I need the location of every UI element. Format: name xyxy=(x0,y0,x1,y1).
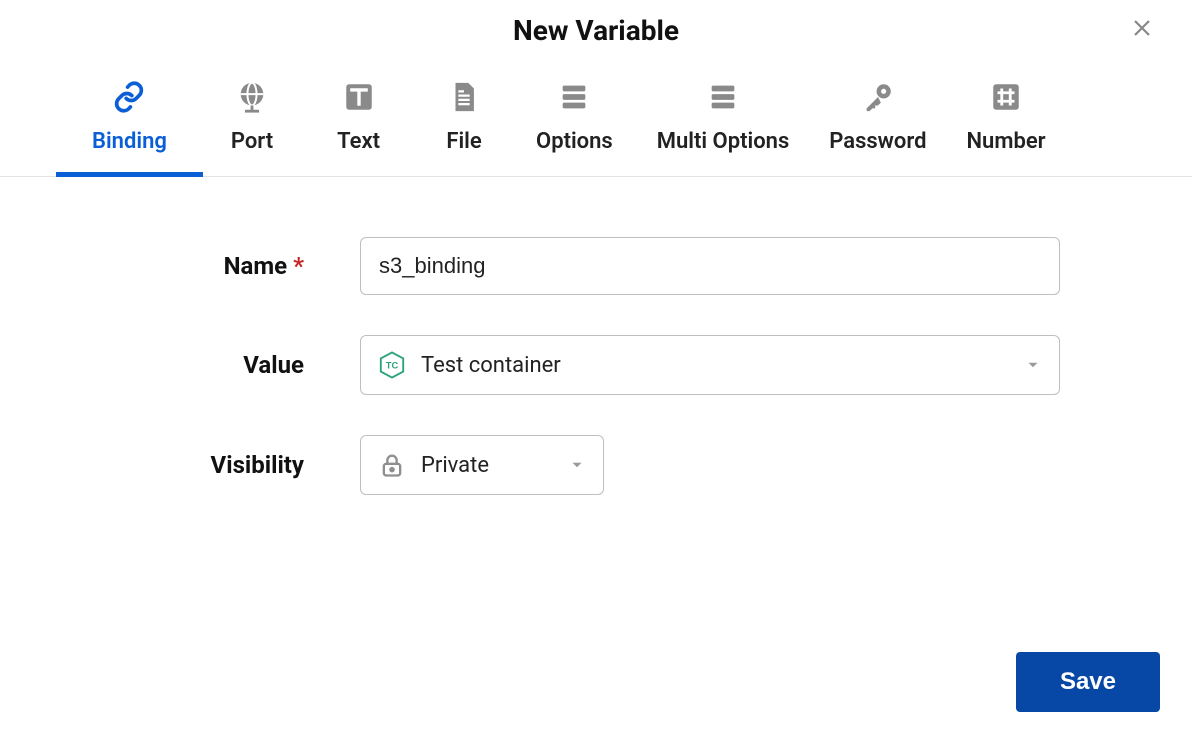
tab-file[interactable]: File xyxy=(416,79,512,176)
name-label: Name* xyxy=(0,252,360,280)
tab-port[interactable]: Port xyxy=(203,79,301,176)
modal-title: New Variable xyxy=(0,14,1192,47)
value-select-text: Test container xyxy=(421,353,1023,378)
save-button[interactable]: Save xyxy=(1016,652,1160,712)
chevron-down-icon xyxy=(567,455,587,475)
chevron-down-icon xyxy=(1023,355,1043,375)
link-icon xyxy=(111,79,147,115)
value-label: Value xyxy=(0,351,360,379)
number-icon xyxy=(988,79,1024,115)
name-input[interactable] xyxy=(360,237,1060,295)
visibility-select-text: Private xyxy=(421,453,567,478)
options-icon xyxy=(556,79,592,115)
tab-binding[interactable]: Binding xyxy=(56,79,203,176)
close-button[interactable] xyxy=(1124,12,1160,48)
visibility-row: Visibility Private xyxy=(0,435,1192,495)
multi-options-icon xyxy=(705,79,741,115)
variable-type-tabs: Binding Port Text xyxy=(0,79,1192,177)
tab-label: Number xyxy=(966,129,1045,154)
text-icon xyxy=(341,79,377,115)
tab-label: Options xyxy=(536,129,613,154)
modal-footer: Save xyxy=(1016,652,1160,712)
file-icon xyxy=(446,79,482,115)
svg-text:TC: TC xyxy=(386,361,399,371)
visibility-label: Visibility xyxy=(0,451,360,479)
new-variable-modal: New Variable Binding xyxy=(0,0,1192,742)
lock-icon xyxy=(377,450,407,480)
tab-label: Multi Options xyxy=(657,129,790,154)
close-icon xyxy=(1130,16,1154,44)
password-icon xyxy=(860,79,896,115)
modal-header: New Variable xyxy=(0,0,1192,47)
form-area: Name* Value TC Test container xyxy=(0,177,1192,495)
value-row: Value TC Test container xyxy=(0,335,1192,395)
visibility-select[interactable]: Private xyxy=(360,435,604,495)
tab-label: File xyxy=(446,129,481,154)
tab-text[interactable]: Text xyxy=(301,79,416,176)
tab-multi-options[interactable]: Multi Options xyxy=(637,79,810,176)
globe-icon xyxy=(234,79,270,115)
tab-label: Binding xyxy=(92,129,167,154)
container-badge-icon: TC xyxy=(377,350,407,380)
name-label-text: Name xyxy=(224,252,288,280)
tab-label: Port xyxy=(231,129,273,154)
tab-number[interactable]: Number xyxy=(946,79,1065,176)
tab-options[interactable]: Options xyxy=(512,79,637,176)
tab-password[interactable]: Password xyxy=(809,79,946,176)
tab-label: Text xyxy=(337,129,380,154)
tab-label: Password xyxy=(829,129,926,154)
required-indicator: * xyxy=(293,252,304,280)
name-row: Name* xyxy=(0,237,1192,295)
value-select[interactable]: TC Test container xyxy=(360,335,1060,395)
